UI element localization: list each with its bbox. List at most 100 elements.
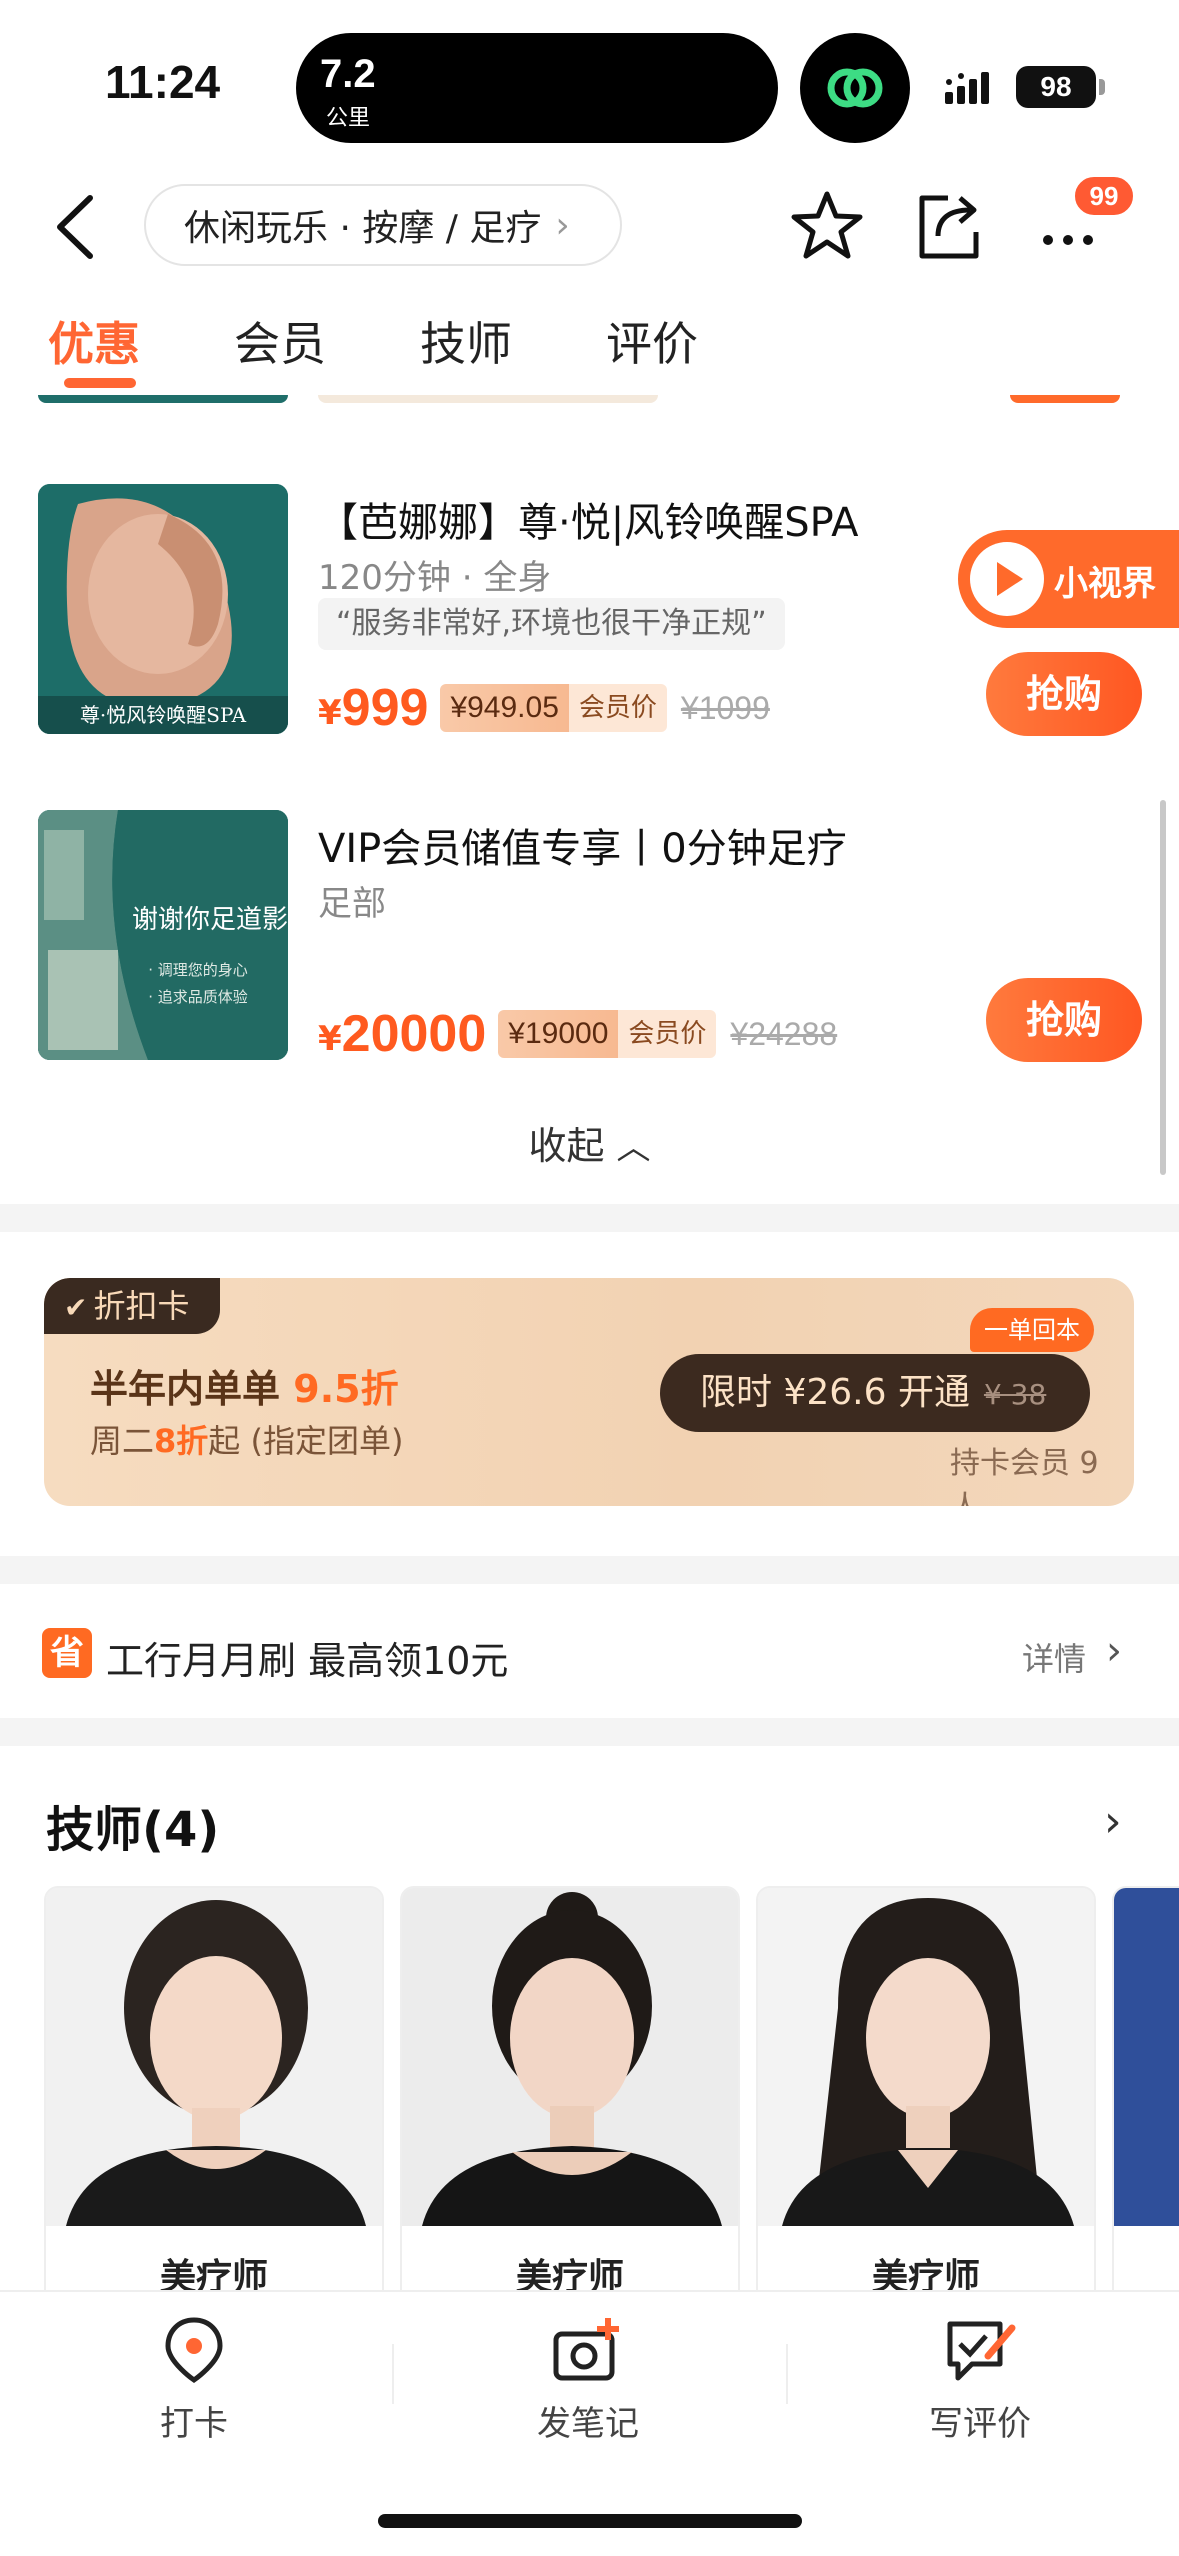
island-app-icon[interactable] — [800, 33, 910, 143]
member-price-label: 会员价 — [568, 684, 667, 732]
discount-sub-rate: 8折 — [154, 1422, 209, 1460]
chevron-right-icon: › — [1106, 1628, 1122, 1674]
camera-plus-icon — [553, 2318, 619, 2381]
island-distance: 7.2 — [320, 52, 376, 96]
technician-photo — [1114, 1888, 1179, 2226]
tab-reviews[interactable]: 评价 — [606, 308, 698, 374]
battery-icon — [1099, 79, 1105, 95]
tab-technicians[interactable]: 技师 — [420, 308, 512, 374]
price-row: ¥ 999 ¥949.05 会员价 ¥1099 — [318, 678, 770, 738]
technicians-title[interactable]: 技师(4) — [46, 1790, 219, 1860]
discount-card-tag: ✔ 折扣卡 — [44, 1278, 220, 1334]
technician-card[interactable]: 美疗师 — [44, 1886, 384, 2306]
section-divider — [0, 1204, 1179, 1232]
write-review-label: 写评价 — [929, 2404, 1031, 2444]
chevron-right-icon[interactable]: › — [1104, 1796, 1122, 1847]
technician-photo — [46, 1888, 382, 2226]
collapse-button[interactable]: 收起 ︿ — [0, 1115, 1179, 1170]
edit-review-icon — [947, 2321, 1016, 2381]
save-icon: 省 — [42, 1628, 92, 1678]
member-price-value: ¥19000 — [498, 1010, 619, 1058]
checkin-label: 打卡 — [160, 2404, 228, 2444]
location-pin-icon — [165, 2317, 223, 2384]
buy-button[interactable]: 抢购 — [986, 978, 1142, 1062]
promo-text: 工行月月刷 最高领10元 — [106, 1639, 509, 1683]
discount-main-rate: 9.5折 — [293, 1367, 399, 1411]
technician-card[interactable]: 美疗师 — [400, 1886, 740, 2306]
activate-card-button[interactable]: 限时 ¥26.6 开通 ¥ 38 — [660, 1354, 1090, 1432]
checkin-button[interactable]: 打卡 — [94, 2316, 294, 2445]
payback-bubble: 一单回本 — [970, 1308, 1094, 1352]
active-tab-indicator — [64, 378, 136, 388]
discount-card-tag-label: 折扣卡 — [93, 1287, 190, 1325]
activate-card-original: ¥ 38 — [983, 1378, 1047, 1411]
thumb-caption: 尊·悦风铃唤醒SPA — [80, 703, 247, 727]
collapse-label: 收起 — [528, 1124, 605, 1168]
check-icon: ✔ — [64, 1291, 88, 1324]
island-unit: 公里 — [326, 106, 371, 131]
mini-video-label: 小视界 — [1054, 564, 1156, 604]
deal-thumbnail[interactable]: 尊·悦风铃唤醒SPA — [38, 484, 288, 734]
price-row: ¥ 20000 ¥19000 会员价 ¥24288 — [318, 1004, 837, 1064]
deal-item[interactable]: 谢谢你足道影 · 调理您的身心 · 追求品质体验 VIP会员储值专享丨0分钟足疗… — [0, 810, 1179, 1100]
breadcrumb-text: 休闲玩乐 · 按摩 / 足疗 — [184, 208, 542, 249]
deal-title[interactable]: 【芭娜娜】尊·悦|风铃唤醒SPA — [318, 490, 859, 548]
thumb-line: · 调理您的身心 — [148, 961, 248, 979]
battery-level: 98 — [1016, 66, 1096, 108]
technician-card-partial[interactable] — [1112, 1886, 1179, 2306]
scrollbar[interactable] — [1160, 800, 1166, 1175]
member-price-tag: ¥19000 会员价 — [498, 1010, 717, 1058]
bottom-bar-divider — [786, 2344, 788, 2404]
foot-spa-image: 谢谢你足道影 · 调理您的身心 · 追求品质体验 — [38, 810, 288, 1060]
back-arrow-icon[interactable] — [48, 192, 108, 262]
member-price-value: ¥949.05 — [440, 684, 569, 732]
category-breadcrumb[interactable]: 休闲玩乐 · 按摩 / 足疗 › — [144, 184, 622, 266]
deal-price: 999 — [341, 679, 429, 737]
bottom-bar-divider — [392, 2344, 394, 2404]
tab-offers[interactable]: 优惠 — [48, 308, 140, 374]
currency-symbol: ¥ — [318, 693, 342, 733]
promo-details-link[interactable]: 详情 — [1022, 1634, 1086, 1680]
section-divider — [0, 1718, 1179, 1746]
currency-symbol: ¥ — [318, 1019, 342, 1059]
technician-photo — [402, 1888, 738, 2226]
thumb-caption: 谢谢你足道影 — [132, 905, 288, 935]
deal-item[interactable]: 尊·悦风铃唤醒SPA 【芭娜娜】尊·悦|风铃唤醒SPA 120分钟 · 全身 “… — [0, 484, 1179, 774]
spa-image: 尊·悦风铃唤醒SPA — [38, 484, 288, 734]
signal-icon — [945, 72, 989, 104]
technician-card[interactable]: 美疗师 — [756, 1886, 1096, 2306]
discount-sub-prefix: 周二 — [90, 1422, 155, 1460]
write-review-button[interactable]: 写评价 — [880, 2316, 1080, 2445]
discount-main-text: 半年内单单 9.5折 — [90, 1358, 399, 1413]
discount-sub-text: 周二8折起 (指定团单) — [90, 1416, 403, 1462]
section-divider — [0, 1556, 1179, 1584]
status-bar: 11:24 7.2 公里 98 — [0, 0, 1179, 160]
scrolled-content-edge — [0, 395, 1179, 413]
review-quote: “服务非常好,环境也很干净正规” — [318, 598, 785, 650]
section-tabs: 优惠 会员 技师 评价 — [0, 300, 1179, 400]
activate-card-label: 限时 ¥26.6 开通 — [700, 1372, 970, 1413]
home-indicator[interactable] — [378, 2514, 802, 2528]
discount-main-prefix: 半年内单单 — [90, 1367, 281, 1411]
discount-card[interactable]: ✔ 折扣卡 半年内单单 9.5折 周二8折起 (指定团单) 限时 ¥26.6 开通… — [44, 1278, 1134, 1506]
tab-membership[interactable]: 会员 — [234, 308, 326, 374]
chevron-up-icon: ︿ — [616, 1128, 651, 1168]
member-price-label: 会员价 — [618, 1010, 717, 1058]
deal-title[interactable]: VIP会员储值专享丨0分钟足疗 — [318, 816, 847, 874]
card-holders-count: 持卡会员 9 人 — [950, 1446, 1099, 1506]
bank-promo-row[interactable]: 省 工行月月刷 最高领10元 详情 › — [0, 1588, 1179, 1718]
share-icon[interactable] — [914, 190, 984, 262]
post-note-button[interactable]: 发笔记 — [488, 2316, 688, 2445]
status-time: 11:24 — [105, 56, 221, 108]
buy-button[interactable]: 抢购 — [986, 652, 1142, 736]
play-icon — [970, 542, 1044, 616]
deal-price: 20000 — [341, 1005, 487, 1063]
deal-thumbnail[interactable]: 谢谢你足道影 · 调理您的身心 · 追求品质体验 — [38, 810, 288, 1060]
member-price-tag: ¥949.05 会员价 — [440, 684, 667, 732]
original-price: ¥1099 — [680, 689, 770, 726]
nav-header: 休闲玩乐 · 按摩 / 足疗 › 99 — [0, 170, 1179, 280]
mini-video-button[interactable]: 小视界 — [958, 530, 1179, 628]
favorite-star-icon[interactable] — [790, 190, 864, 262]
thumb-line: · 追求品质体验 — [148, 988, 248, 1006]
deal-subtitle: 120分钟 · 全身 — [318, 558, 552, 598]
